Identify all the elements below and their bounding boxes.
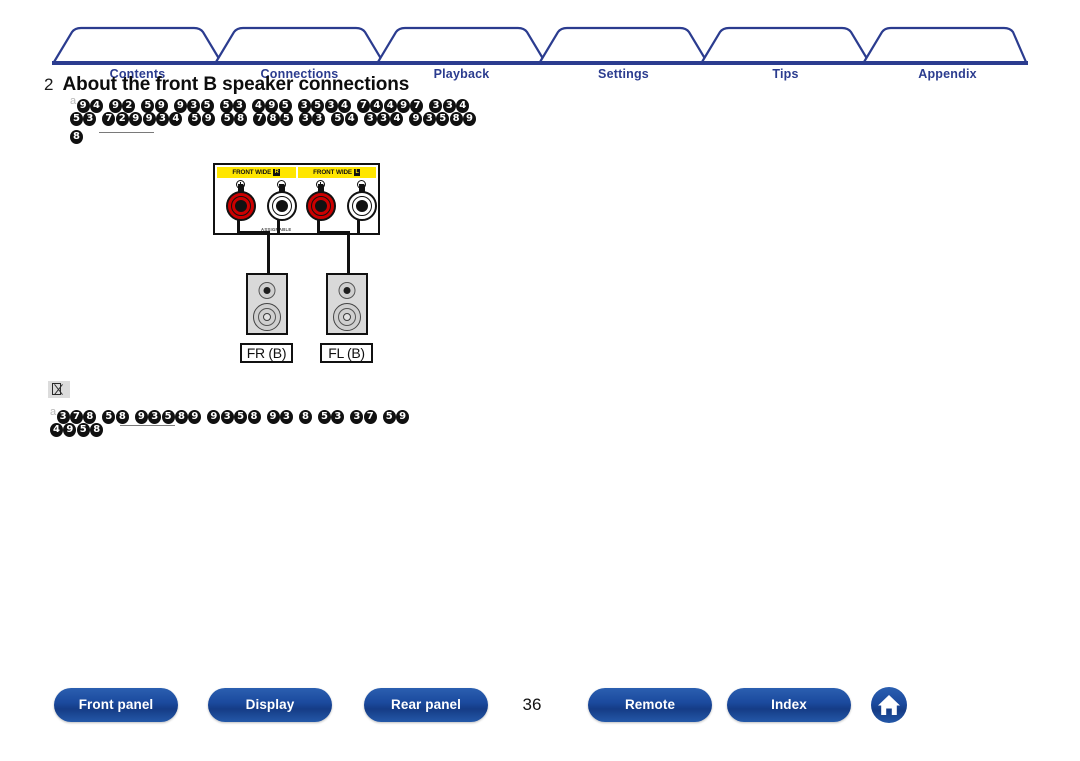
cable-l-negative [357, 219, 360, 233]
footer-rear-panel-button[interactable]: Rear panel [364, 688, 488, 722]
terminal-channel-r: R [273, 169, 281, 176]
tab-settings[interactable]: Settings [561, 67, 686, 81]
tab-appendix[interactable]: Appendix [885, 67, 1010, 81]
home-icon [878, 695, 900, 715]
binding-post-l-positive [306, 184, 336, 221]
body-paragraph: a94925993553495353474497334 537299345958… [70, 92, 477, 146]
cable-r-negative [277, 219, 280, 233]
note-line-1: a37858935899358938533759 [50, 403, 410, 424]
top-tab-bar[interactable]: Contents Connections Playback Settings T… [52, 26, 1028, 81]
terminal-label-front-wide-l: FRONT WIDE L [297, 167, 376, 178]
front-b-speaker-connection-diagram: FRONT WIDE R FRONT WIDE L ASSIGNABLE [210, 163, 390, 368]
binding-post-l-negative [347, 184, 377, 221]
terminal-labels: FRONT WIDE R FRONT WIDE L [217, 167, 376, 178]
note-cross-reference-link[interactable] [119, 425, 175, 426]
speaker-label-fl-b: FL (B) [320, 343, 373, 363]
tab-tips[interactable]: Tips [723, 67, 848, 81]
cable-r-drop [267, 231, 270, 276]
speaker-fr-b [246, 273, 288, 335]
body-line-3: 8 [70, 128, 476, 146]
body-line-1: a94925993553495353474497334 [70, 92, 476, 113]
footer-front-panel-button[interactable]: Front panel [54, 688, 178, 722]
terminal-label-text: FRONT WIDE [232, 169, 272, 176]
note-paragraph: a37858935899358938533759 4958 [50, 403, 410, 439]
page-number: 36 [522, 695, 542, 714]
terminal-channel-l: L [354, 169, 361, 176]
cable-r-join [237, 231, 270, 234]
terminal-label-text: FRONT WIDE [313, 169, 353, 176]
footer-remote-button[interactable]: Remote [588, 688, 712, 722]
binding-post-r-positive [226, 184, 256, 221]
footer-display-button[interactable]: Display [208, 688, 332, 722]
body-line-2: 537299345958785335433493589 [70, 110, 477, 128]
footer-home-button[interactable] [871, 687, 907, 723]
speaker-fl-b [326, 273, 368, 335]
cable-l-drop [347, 231, 350, 276]
note-tofu-icon [48, 381, 70, 398]
tab-playback[interactable]: Playback [399, 67, 524, 81]
cable-l-join [317, 231, 350, 234]
heading-number: 2 [44, 75, 54, 94]
speaker-label-fr-b: FR (B) [240, 343, 293, 363]
cross-reference-link[interactable] [99, 132, 155, 133]
footer-index-button[interactable]: Index [727, 688, 851, 722]
binding-post-r-negative [267, 184, 297, 221]
terminal-label-front-wide-r: FRONT WIDE R [217, 167, 296, 178]
tab-bar-shapes [52, 26, 1028, 65]
footer-navigation[interactable]: Front panel Display Rear panel 36 Remote… [0, 687, 1080, 736]
